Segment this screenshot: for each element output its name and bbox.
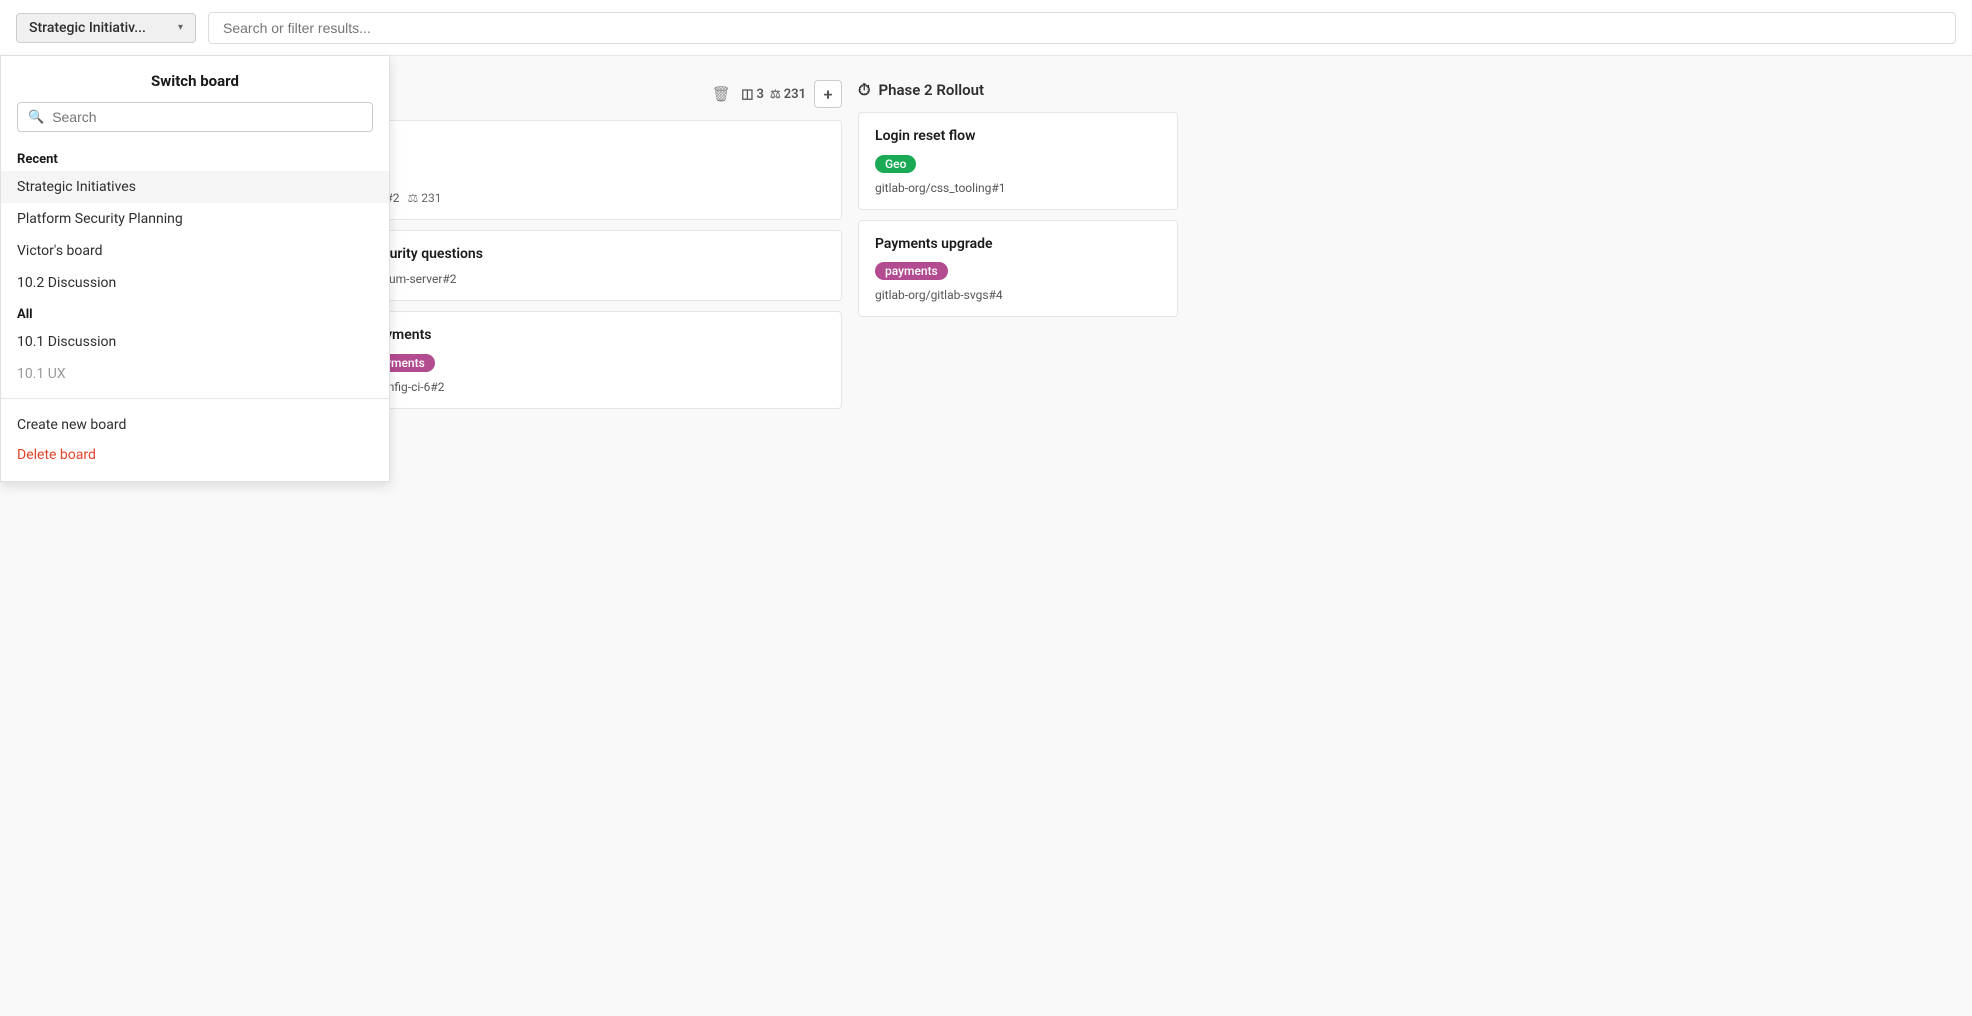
card-login-reset-title: Login reset flow [875, 127, 1161, 147]
search-input[interactable] [208, 12, 1956, 44]
label-geo: Geo [875, 155, 916, 173]
board-item-10-2-discussion[interactable]: 10.2 Discussion [1, 267, 389, 299]
card-weight-support: ⚖ 231 [407, 191, 441, 205]
col-q3-meta: 🗑 ◫ 3 ⚖ 231 [707, 80, 806, 108]
top-bar: Strategic Initiativ... ▾ [0, 0, 1972, 56]
card-payments-upgrade-meta: gitlab-org/gitlab-svgs#4 [875, 288, 1161, 302]
recent-section-label: Recent [1, 144, 389, 171]
board-selector-label: Strategic Initiativ... [29, 20, 146, 36]
all-section-label: All [1, 299, 389, 326]
weight-q3: ⚖ 231 [770, 87, 806, 102]
weight-icon-support: ⚖ [407, 191, 418, 205]
delete-board[interactable]: Delete board [1, 443, 389, 473]
card-ref-payments-upgrade: gitlab-org/gitlab-svgs#4 [875, 288, 1003, 302]
card-ref-login-reset: gitlab-org/css_tooling#1 [875, 181, 1005, 195]
card-login-reset: Login reset flow Geo gitlab-org/css_tool… [858, 112, 1178, 210]
card-payments-upgrade-labels: payments [875, 262, 1161, 280]
board-item-platform-security[interactable]: Platform Security Planning [1, 203, 389, 235]
dropdown-search-input[interactable] [52, 109, 362, 125]
create-new-board[interactable]: Create new board [1, 407, 389, 443]
card-login-reset-meta: gitlab-org/css_tooling#1 [875, 181, 1161, 195]
add-issue-btn-q3[interactable]: + [814, 80, 842, 108]
search-icon: 🔍 [28, 110, 44, 125]
issue-count-q3: ◫ 3 [741, 87, 764, 102]
chevron-down-icon: ▾ [178, 22, 183, 33]
dropdown-search-field[interactable]: 🔍 [17, 102, 373, 132]
delete-col-q3-btn[interactable]: 🗑 [707, 80, 735, 108]
column-phase2-rollout: ⏱ Phase 2 Rollout Login reset flow Geo g… [858, 72, 1178, 1000]
board-switcher-dropdown: Switch board 🔍 Recent Strategic Initiati… [0, 56, 390, 482]
issues-icon-q3: ◫ [741, 87, 753, 102]
column-phase2-header: ⏱ Phase 2 Rollout [858, 72, 1178, 112]
clock-icon-phase2: ⏱ [858, 80, 870, 100]
dropdown-search-wrap: 🔍 [1, 102, 389, 144]
card-payments-upgrade: Payments upgrade payments gitlab-org/git… [858, 220, 1178, 318]
board-item-strategic-initiatives[interactable]: Strategic Initiatives [1, 171, 389, 203]
board-selector[interactable]: Strategic Initiativ... ▾ [16, 13, 196, 43]
dropdown-title: Switch board [1, 56, 389, 102]
card-login-reset-labels: Geo [875, 155, 1161, 173]
board-item-10-1-discussion[interactable]: 10.1 Discussion [1, 326, 389, 358]
card-payments-upgrade-title: Payments upgrade [875, 235, 1161, 255]
dropdown-divider [1, 398, 389, 399]
cards-phase2: Login reset flow Geo gitlab-org/css_tool… [858, 112, 1178, 317]
board-item-victors-board[interactable]: Victor's board [1, 235, 389, 267]
board-item-10-1-ux[interactable]: 10.1 UX [1, 358, 389, 390]
col-phase2-title: Phase 2 Rollout [878, 81, 1178, 99]
weight-icon-q3: ⚖ [770, 87, 781, 101]
label-payments-upgrade: payments [875, 262, 948, 280]
